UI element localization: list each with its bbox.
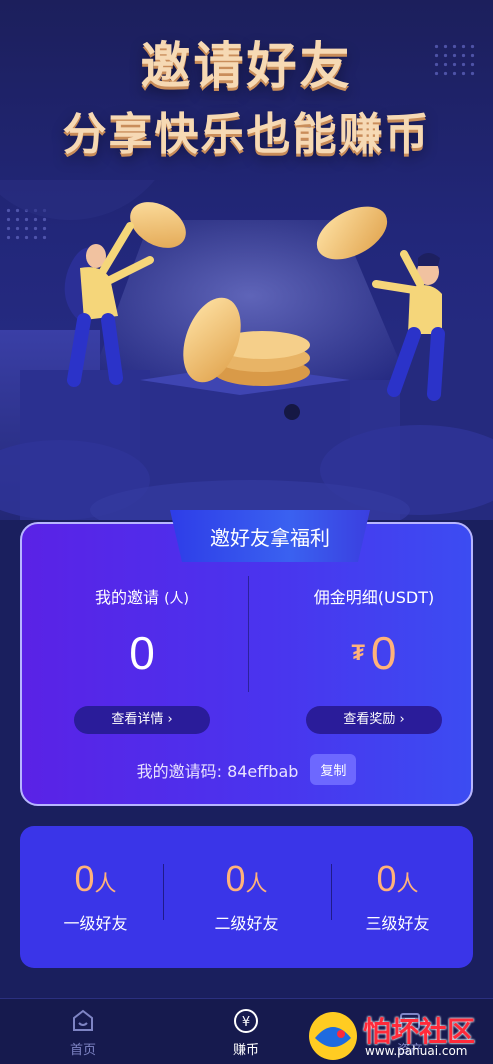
tether-icon: ₮ xyxy=(351,640,365,665)
level3-friends: 0人 三级好友 xyxy=(322,858,473,934)
invite-benefit-card: 邀好友拿福利 我的邀请 (人) 0 查看详情 › 佣金明细(USDT) ₮ 0 … xyxy=(20,510,474,806)
level3-count: 0 xyxy=(376,858,397,899)
svg-text:¥: ¥ xyxy=(242,1015,250,1030)
tab-home-label: 首页 xyxy=(69,1043,96,1058)
copy-button[interactable]: 复制 xyxy=(310,754,357,785)
level2-unit: 人 xyxy=(245,871,268,896)
level2-friends: 0人 二级好友 xyxy=(171,858,322,934)
tab-earn-label: 赚币 xyxy=(232,1043,259,1058)
invite-code-row: 我的邀请码: 84effbab 复制 xyxy=(22,754,471,785)
invite-code-label: 我的邀请码: xyxy=(136,761,222,781)
level-divider xyxy=(163,864,164,920)
commission-label: 佣金明细(USDT) xyxy=(313,588,435,607)
hero-title: 邀请好友 xyxy=(140,37,353,95)
hero-illustration xyxy=(0,180,493,520)
home-icon xyxy=(43,1007,123,1035)
card-tab-title: 邀好友拿福利 xyxy=(170,510,370,562)
level1-unit: 人 xyxy=(94,871,117,896)
tab-home[interactable]: 首页 xyxy=(43,1007,123,1058)
invite-code: 84effbab xyxy=(227,761,299,781)
level1-label: 一级好友 xyxy=(63,914,128,933)
card-divider xyxy=(248,576,249,692)
view-details-button[interactable]: 查看详情 › xyxy=(74,706,210,734)
commission-value: 0 xyxy=(370,627,397,679)
watermark-url: www.pahuai.com xyxy=(365,1044,468,1058)
friend-levels-panel: 0人 一级好友 0人 二级好友 0人 三级好友 xyxy=(20,826,473,968)
hero-subtitle: 分享快乐也能赚币 xyxy=(62,109,431,160)
level2-label: 二级好友 xyxy=(214,914,279,933)
level2-count: 0 xyxy=(225,858,246,899)
my-invites-unit: (人) xyxy=(164,591,190,607)
my-invites-label: 我的邀请 xyxy=(94,588,159,607)
hero-banner: 邀请好友 分享快乐也能赚币 xyxy=(0,0,493,520)
level1-count: 0 xyxy=(74,858,95,899)
level3-label: 三级好友 xyxy=(365,914,430,933)
commission-panel: 佣金明细(USDT) ₮ 0 查看奖励 › xyxy=(274,584,474,734)
tab-earn[interactable]: ¥ 赚币 xyxy=(206,1007,286,1058)
view-rewards-button[interactable]: 查看奖励 › xyxy=(306,706,442,734)
site-watermark: 怕坏社区 www.pahuai.com xyxy=(305,1008,485,1062)
my-invites-panel: 我的邀请 (人) 0 查看详情 › xyxy=(42,584,242,734)
yen-coin-icon: ¥ xyxy=(206,1007,286,1035)
level3-unit: 人 xyxy=(396,871,419,896)
watermark-logo-icon xyxy=(309,1012,357,1060)
level1-friends: 0人 一级好友 xyxy=(20,858,171,934)
my-invites-value: 0 xyxy=(129,627,155,679)
